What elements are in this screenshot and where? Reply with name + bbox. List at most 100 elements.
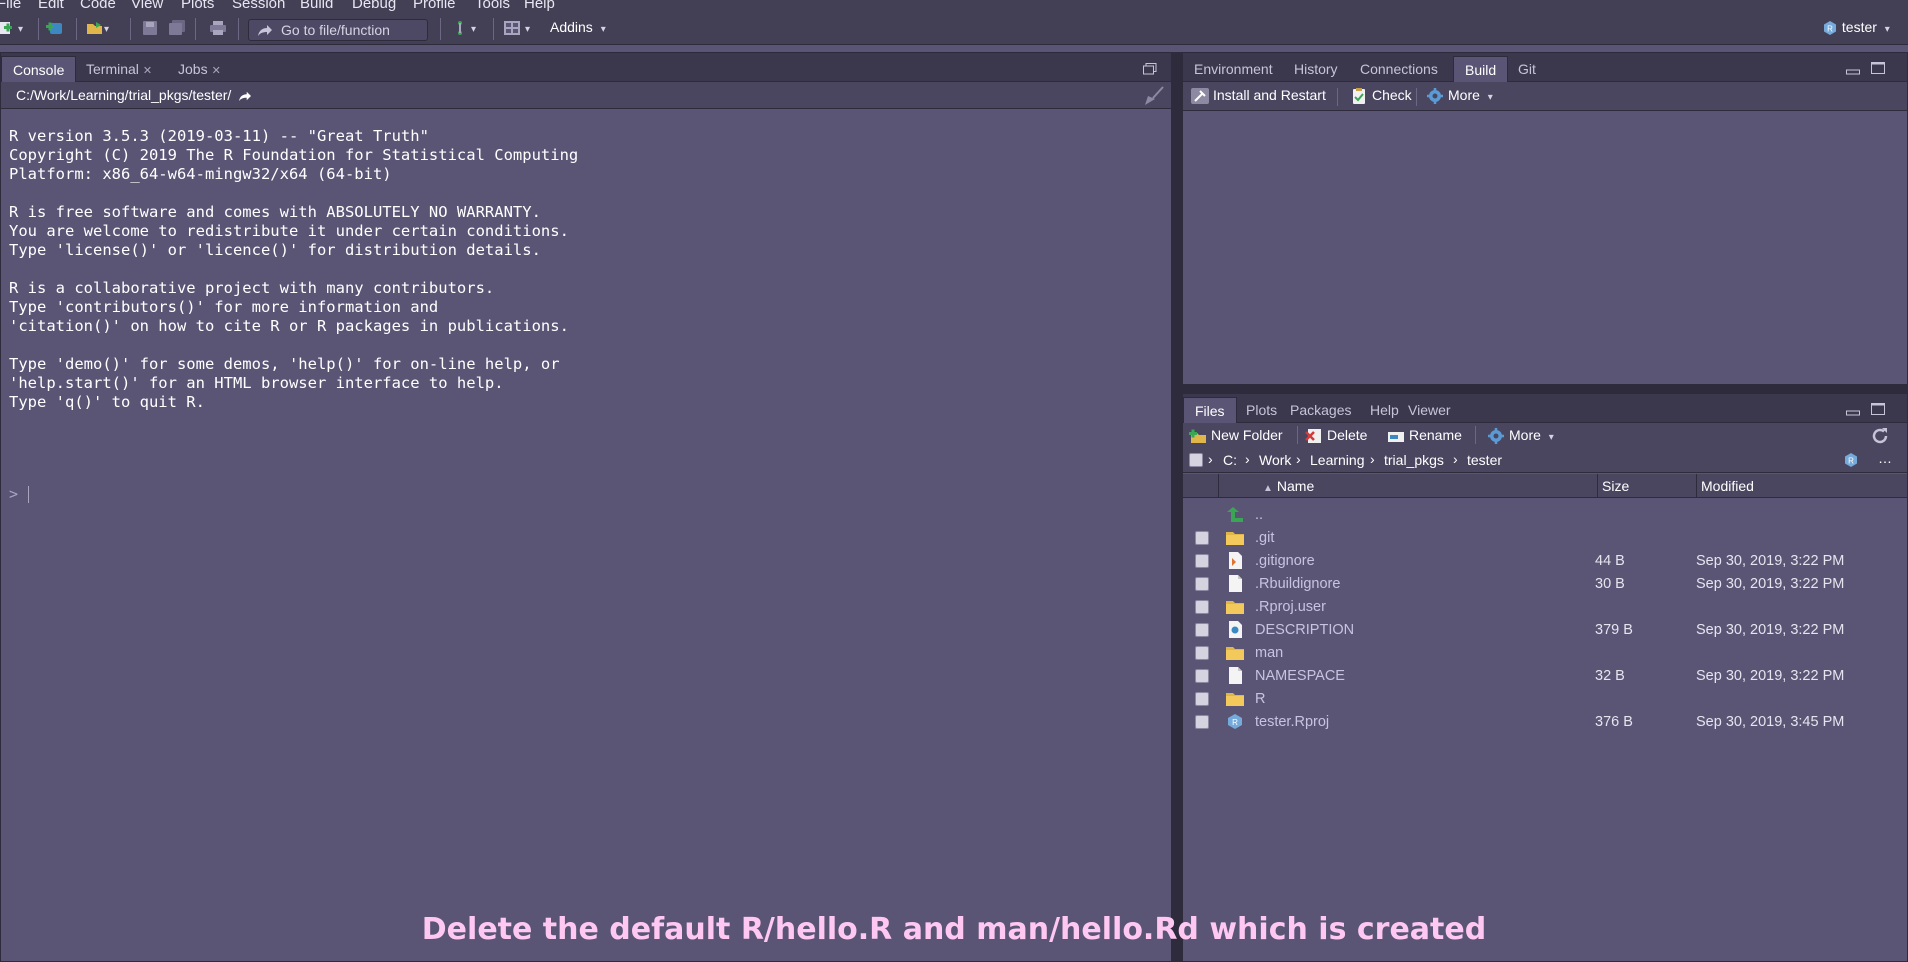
chevron-down-icon: ▾ xyxy=(1548,432,1554,443)
new-project-button[interactable] xyxy=(46,19,64,36)
tab-build[interactable]: Build xyxy=(1453,56,1509,82)
menu-view[interactable]: View xyxy=(131,0,163,12)
menu-edit[interactable]: Edit xyxy=(38,0,64,12)
row-checkbox[interactable] xyxy=(1195,692,1209,706)
tab-jobs[interactable]: Jobs ✕ xyxy=(167,56,232,82)
save-all-button[interactable] xyxy=(168,19,186,36)
check-button[interactable]: Check xyxy=(1350,87,1412,105)
tab-history[interactable]: History xyxy=(1283,56,1349,82)
delete-button[interactable]: Delete xyxy=(1305,427,1367,444)
tab-terminal[interactable]: Terminal ✕ xyxy=(75,56,163,82)
go-to-file-input[interactable]: Go to file/function xyxy=(248,19,428,41)
file-name[interactable]: DESCRIPTION xyxy=(1255,622,1354,638)
vertical-pane-splitter[interactable] xyxy=(1172,52,1182,962)
file-name[interactable]: .gitignore xyxy=(1255,553,1315,569)
text-cursor xyxy=(28,486,30,503)
rename-button[interactable]: Rename xyxy=(1387,427,1462,444)
minimize-pane-icon[interactable] xyxy=(1846,63,1860,75)
maximize-pane-icon[interactable] xyxy=(1871,402,1885,415)
row-checkbox[interactable] xyxy=(1195,623,1209,637)
size-column-header[interactable]: Size xyxy=(1597,474,1697,498)
new-project-icon xyxy=(46,20,64,36)
new-folder-button[interactable]: New Folder xyxy=(1189,427,1283,444)
gitignore-file-icon xyxy=(1225,552,1245,569)
rename-icon xyxy=(1387,428,1405,444)
addins-button[interactable]: Addins ▾ xyxy=(550,19,606,35)
refresh-icon[interactable] xyxy=(1871,427,1889,445)
close-icon[interactable]: ✕ xyxy=(143,65,152,77)
toolbar-separator xyxy=(440,18,441,40)
chevron-down-icon: ▾ xyxy=(600,24,606,35)
menu-session[interactable]: Session xyxy=(232,0,285,12)
open-file-button[interactable]: ▾ xyxy=(86,19,109,36)
close-icon[interactable]: ✕ xyxy=(212,65,221,77)
toolbar-separator xyxy=(238,18,239,40)
file-name[interactable]: R xyxy=(1255,691,1265,707)
file-name[interactable]: .Rbuildignore xyxy=(1255,576,1340,592)
breadcrumb-work[interactable]: Work xyxy=(1259,452,1291,468)
grid-layout-icon xyxy=(503,20,521,36)
menu-plots[interactable]: Plots xyxy=(181,0,214,12)
more-path-ellipsis-icon[interactable]: … xyxy=(1878,450,1892,466)
menu-file[interactable]: File xyxy=(0,0,21,12)
version-control-button[interactable]: ▾ xyxy=(453,19,476,36)
files-tabstrip: Files Plots Packages Help Viewer xyxy=(1183,394,1907,423)
tab-files[interactable]: Files xyxy=(1183,397,1237,423)
row-checkbox[interactable] xyxy=(1195,577,1209,591)
file-name[interactable]: .Rproj.user xyxy=(1255,599,1326,615)
svg-text:R: R xyxy=(1827,25,1833,34)
delete-icon xyxy=(1305,428,1323,444)
row-checkbox[interactable] xyxy=(1195,669,1209,683)
file-name[interactable]: .git xyxy=(1255,530,1274,546)
file-name[interactable]: NAMESPACE xyxy=(1255,668,1345,684)
file-name[interactable]: man xyxy=(1255,645,1283,661)
more-files-button[interactable]: More ▾ xyxy=(1487,427,1554,445)
tab-console[interactable]: Console xyxy=(1,56,77,82)
file-size: 30 B xyxy=(1595,576,1625,592)
breadcrumb-trial-pkgs[interactable]: trial_pkgs xyxy=(1384,452,1444,468)
project-menu-button[interactable]: R tester ▾ xyxy=(1822,19,1890,36)
menu-help[interactable]: Help xyxy=(524,0,555,12)
go-to-directory-icon[interactable] xyxy=(238,90,252,102)
tab-connections[interactable]: Connections xyxy=(1349,56,1449,82)
breadcrumb-tester[interactable]: tester xyxy=(1467,452,1502,468)
row-checkbox[interactable] xyxy=(1195,600,1209,614)
modified-column-header[interactable]: Modified xyxy=(1696,474,1906,498)
list-item[interactable]: Rtester.Rproj 376 B Sep 30, 2019, 3:45 PM xyxy=(1183,708,1907,736)
tab-viewer[interactable]: Viewer xyxy=(1397,397,1462,423)
file-name[interactable]: tester.Rproj xyxy=(1255,714,1329,730)
maximize-pane-icon[interactable] xyxy=(1871,61,1885,74)
new-file-button[interactable]: ▾ xyxy=(0,19,23,36)
row-checkbox[interactable] xyxy=(1195,531,1209,545)
row-checkbox[interactable] xyxy=(1195,554,1209,568)
tab-packages[interactable]: Packages xyxy=(1279,397,1362,423)
console-prompt[interactable]: > xyxy=(9,485,30,503)
working-directory-path: C:/Work/Learning/trial_pkgs/tester/ xyxy=(16,87,232,103)
install-and-restart-button[interactable]: Install and Restart xyxy=(1191,87,1326,105)
minimize-pane-icon[interactable] xyxy=(1846,404,1860,416)
save-button[interactable] xyxy=(141,19,159,36)
select-all-checkbox[interactable] xyxy=(1189,453,1203,467)
breadcrumb-learning[interactable]: Learning xyxy=(1310,452,1365,468)
menu-build[interactable]: Build xyxy=(300,0,333,12)
name-column-header[interactable]: ▲ Name xyxy=(1218,474,1630,498)
row-checkbox[interactable] xyxy=(1195,715,1209,729)
clear-console-broom-icon[interactable] xyxy=(1143,86,1165,106)
menu-debug[interactable]: Debug xyxy=(352,0,396,12)
tab-environment[interactable]: Environment xyxy=(1183,56,1284,82)
menu-code[interactable]: Code xyxy=(80,0,116,12)
print-button[interactable] xyxy=(209,19,227,36)
restore-pane-icon[interactable] xyxy=(1143,62,1157,75)
menu-tools[interactable]: Tools xyxy=(475,0,510,12)
go-to-project-icon[interactable]: R xyxy=(1843,452,1859,468)
toolbar-separator xyxy=(38,18,39,40)
sort-ascending-icon: ▲ xyxy=(1263,483,1273,494)
menu-profile[interactable]: Profile xyxy=(413,0,456,12)
pane-layout-button[interactable]: ▾ xyxy=(503,19,530,36)
build-toolbar: Install and Restart Check More ▾ xyxy=(1183,82,1907,111)
more-build-button[interactable]: More ▾ xyxy=(1426,87,1493,105)
breadcrumb-c[interactable]: C: xyxy=(1223,452,1237,468)
row-checkbox[interactable] xyxy=(1195,646,1209,660)
file-name[interactable]: .. xyxy=(1255,507,1263,523)
tab-git[interactable]: Git xyxy=(1507,56,1547,82)
